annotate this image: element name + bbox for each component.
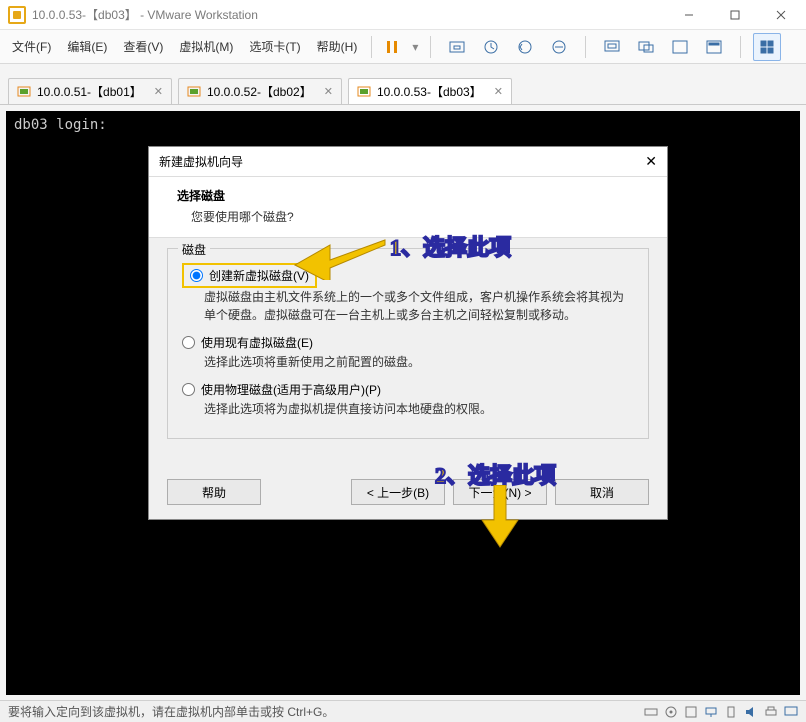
help-button[interactable]: 帮助 [167, 479, 261, 505]
snapshot-manager-icon[interactable] [545, 33, 573, 61]
option-create-new-disk-radio[interactable] [190, 269, 203, 282]
maximize-button[interactable] [712, 0, 758, 30]
close-button[interactable] [758, 0, 804, 30]
menu-edit[interactable]: 编辑(E) [59, 30, 115, 63]
snapshot-revert-icon[interactable] [511, 33, 539, 61]
printer-icon[interactable] [764, 705, 778, 719]
dialog-header-subtitle: 您要使用哪个磁盘? [177, 208, 639, 225]
usb-icon[interactable] [724, 705, 738, 719]
tab-close-icon[interactable]: ✕ [494, 85, 503, 98]
dialog-header: 选择磁盘 您要使用哪个磁盘? [149, 177, 667, 238]
menu-file[interactable]: 文件(F) [4, 30, 59, 63]
dialog-footer: 帮助 < 上一步(B) 下一步(N) > 取消 [149, 469, 667, 519]
tab-label: 10.0.0.51-【db01】 [37, 83, 142, 100]
option-use-physical-disk-desc: 选择此选项将为虚拟机提供直接访问本地硬盘的权限。 [182, 400, 634, 418]
display-icon[interactable] [784, 705, 798, 719]
vm-icon [357, 85, 371, 99]
cd-icon[interactable] [664, 705, 678, 719]
option-label: 创建新虚拟磁盘(V) [209, 267, 309, 284]
dialog-titlebar: 新建虚拟机向导 ✕ [149, 147, 667, 177]
option-use-physical-disk-radio[interactable] [182, 383, 195, 396]
option-label: 使用物理磁盘(适用于高级用户)(P) [201, 381, 381, 398]
send-ctrl-alt-del-icon[interactable] [443, 33, 471, 61]
option-use-existing-disk-radio[interactable] [182, 336, 195, 349]
menu-tabs[interactable]: 选项卡(T) [241, 30, 308, 63]
floppy-icon[interactable] [684, 705, 698, 719]
next-button[interactable]: 下一步(N) > [453, 479, 547, 505]
status-bar: 要将输入定向到该虚拟机，请在虚拟机内部单击或按 Ctrl+G。 [0, 700, 806, 722]
status-device-icons [644, 705, 798, 719]
tab-label: 10.0.0.52-【db02】 [207, 83, 312, 100]
console-view-icon[interactable] [700, 33, 728, 61]
dialog-title: 新建虚拟机向导 [159, 153, 243, 170]
tab-label: 10.0.0.53-【db03】 [377, 83, 482, 100]
tab-db02[interactable]: 10.0.0.52-【db02】 ✕ [178, 78, 342, 104]
option-use-existing-disk[interactable]: 使用现有虚拟磁盘(E) [182, 334, 634, 351]
dialog-header-title: 选择磁盘 [177, 187, 639, 204]
new-vm-wizard-dialog: 新建虚拟机向导 ✕ 选择磁盘 您要使用哪个磁盘? 磁盘 创建新虚拟磁盘(V) 虚… [148, 146, 668, 520]
disk-group: 磁盘 创建新虚拟磁盘(V) 虚拟磁盘由主机文件系统上的一个或多个文件组成，客户机… [167, 248, 649, 439]
window-controls [666, 0, 804, 30]
sound-icon[interactable] [744, 705, 758, 719]
menu-help[interactable]: 帮助(H) [309, 30, 366, 63]
title-bar: 10.0.0.53-【db03】 - VMware Workstation [0, 0, 806, 30]
tab-db03[interactable]: 10.0.0.53-【db03】 ✕ [348, 78, 512, 104]
fit-guest-icon[interactable] [598, 33, 626, 61]
tab-row: 10.0.0.51-【db01】 ✕ 10.0.0.52-【db02】 ✕ 10… [0, 64, 806, 105]
fullscreen-icon[interactable] [666, 33, 694, 61]
menu-toolbar-row: 文件(F) 编辑(E) 查看(V) 虚拟机(M) 选项卡(T) 帮助(H) ▾ [0, 30, 806, 64]
menu-vm[interactable]: 虚拟机(M) [171, 30, 241, 63]
thumbnail-view-icon[interactable] [753, 33, 781, 61]
option-create-new-disk-desc: 虚拟磁盘由主机文件系统上的一个或多个文件组成，客户机操作系统会将其视为单个硬盘。… [182, 288, 634, 324]
dialog-close-button[interactable]: ✕ [645, 153, 657, 170]
pause-button[interactable] [378, 33, 406, 61]
minimize-button[interactable] [666, 0, 712, 30]
tab-close-icon[interactable]: ✕ [324, 85, 333, 98]
tab-close-icon[interactable]: ✕ [154, 85, 163, 98]
option-create-new-disk-highlight: 创建新虚拟磁盘(V) [182, 263, 317, 288]
tab-db01[interactable]: 10.0.0.51-【db01】 ✕ [8, 78, 172, 104]
status-hint: 要将输入定向到该虚拟机，请在虚拟机内部单击或按 Ctrl+G。 [8, 703, 334, 720]
network-icon[interactable] [704, 705, 718, 719]
app-logo-icon [8, 6, 26, 24]
snapshot-take-icon[interactable] [477, 33, 505, 61]
window-title: 10.0.0.53-【db03】 - VMware Workstation [32, 6, 666, 23]
option-use-physical-disk[interactable]: 使用物理磁盘(适用于高级用户)(P) [182, 381, 634, 398]
toolbar: ▾ [378, 33, 781, 61]
cancel-button[interactable]: 取消 [555, 479, 649, 505]
vm-icon [17, 85, 31, 99]
menu-view[interactable]: 查看(V) [115, 30, 171, 63]
option-use-existing-disk-desc: 选择此选项将重新使用之前配置的磁盘。 [182, 353, 634, 371]
unity-icon[interactable] [632, 33, 660, 61]
dialog-body: 磁盘 创建新虚拟磁盘(V) 虚拟磁盘由主机文件系统上的一个或多个文件组成，客户机… [149, 238, 667, 469]
disk-group-label: 磁盘 [178, 241, 210, 258]
option-label: 使用现有虚拟磁盘(E) [201, 334, 313, 351]
vm-icon [187, 85, 201, 99]
back-button[interactable]: < 上一步(B) [351, 479, 445, 505]
console-text: db03 login: [14, 117, 107, 133]
disk-icon[interactable] [644, 705, 658, 719]
option-create-new-disk[interactable]: 创建新虚拟磁盘(V) [190, 267, 309, 284]
